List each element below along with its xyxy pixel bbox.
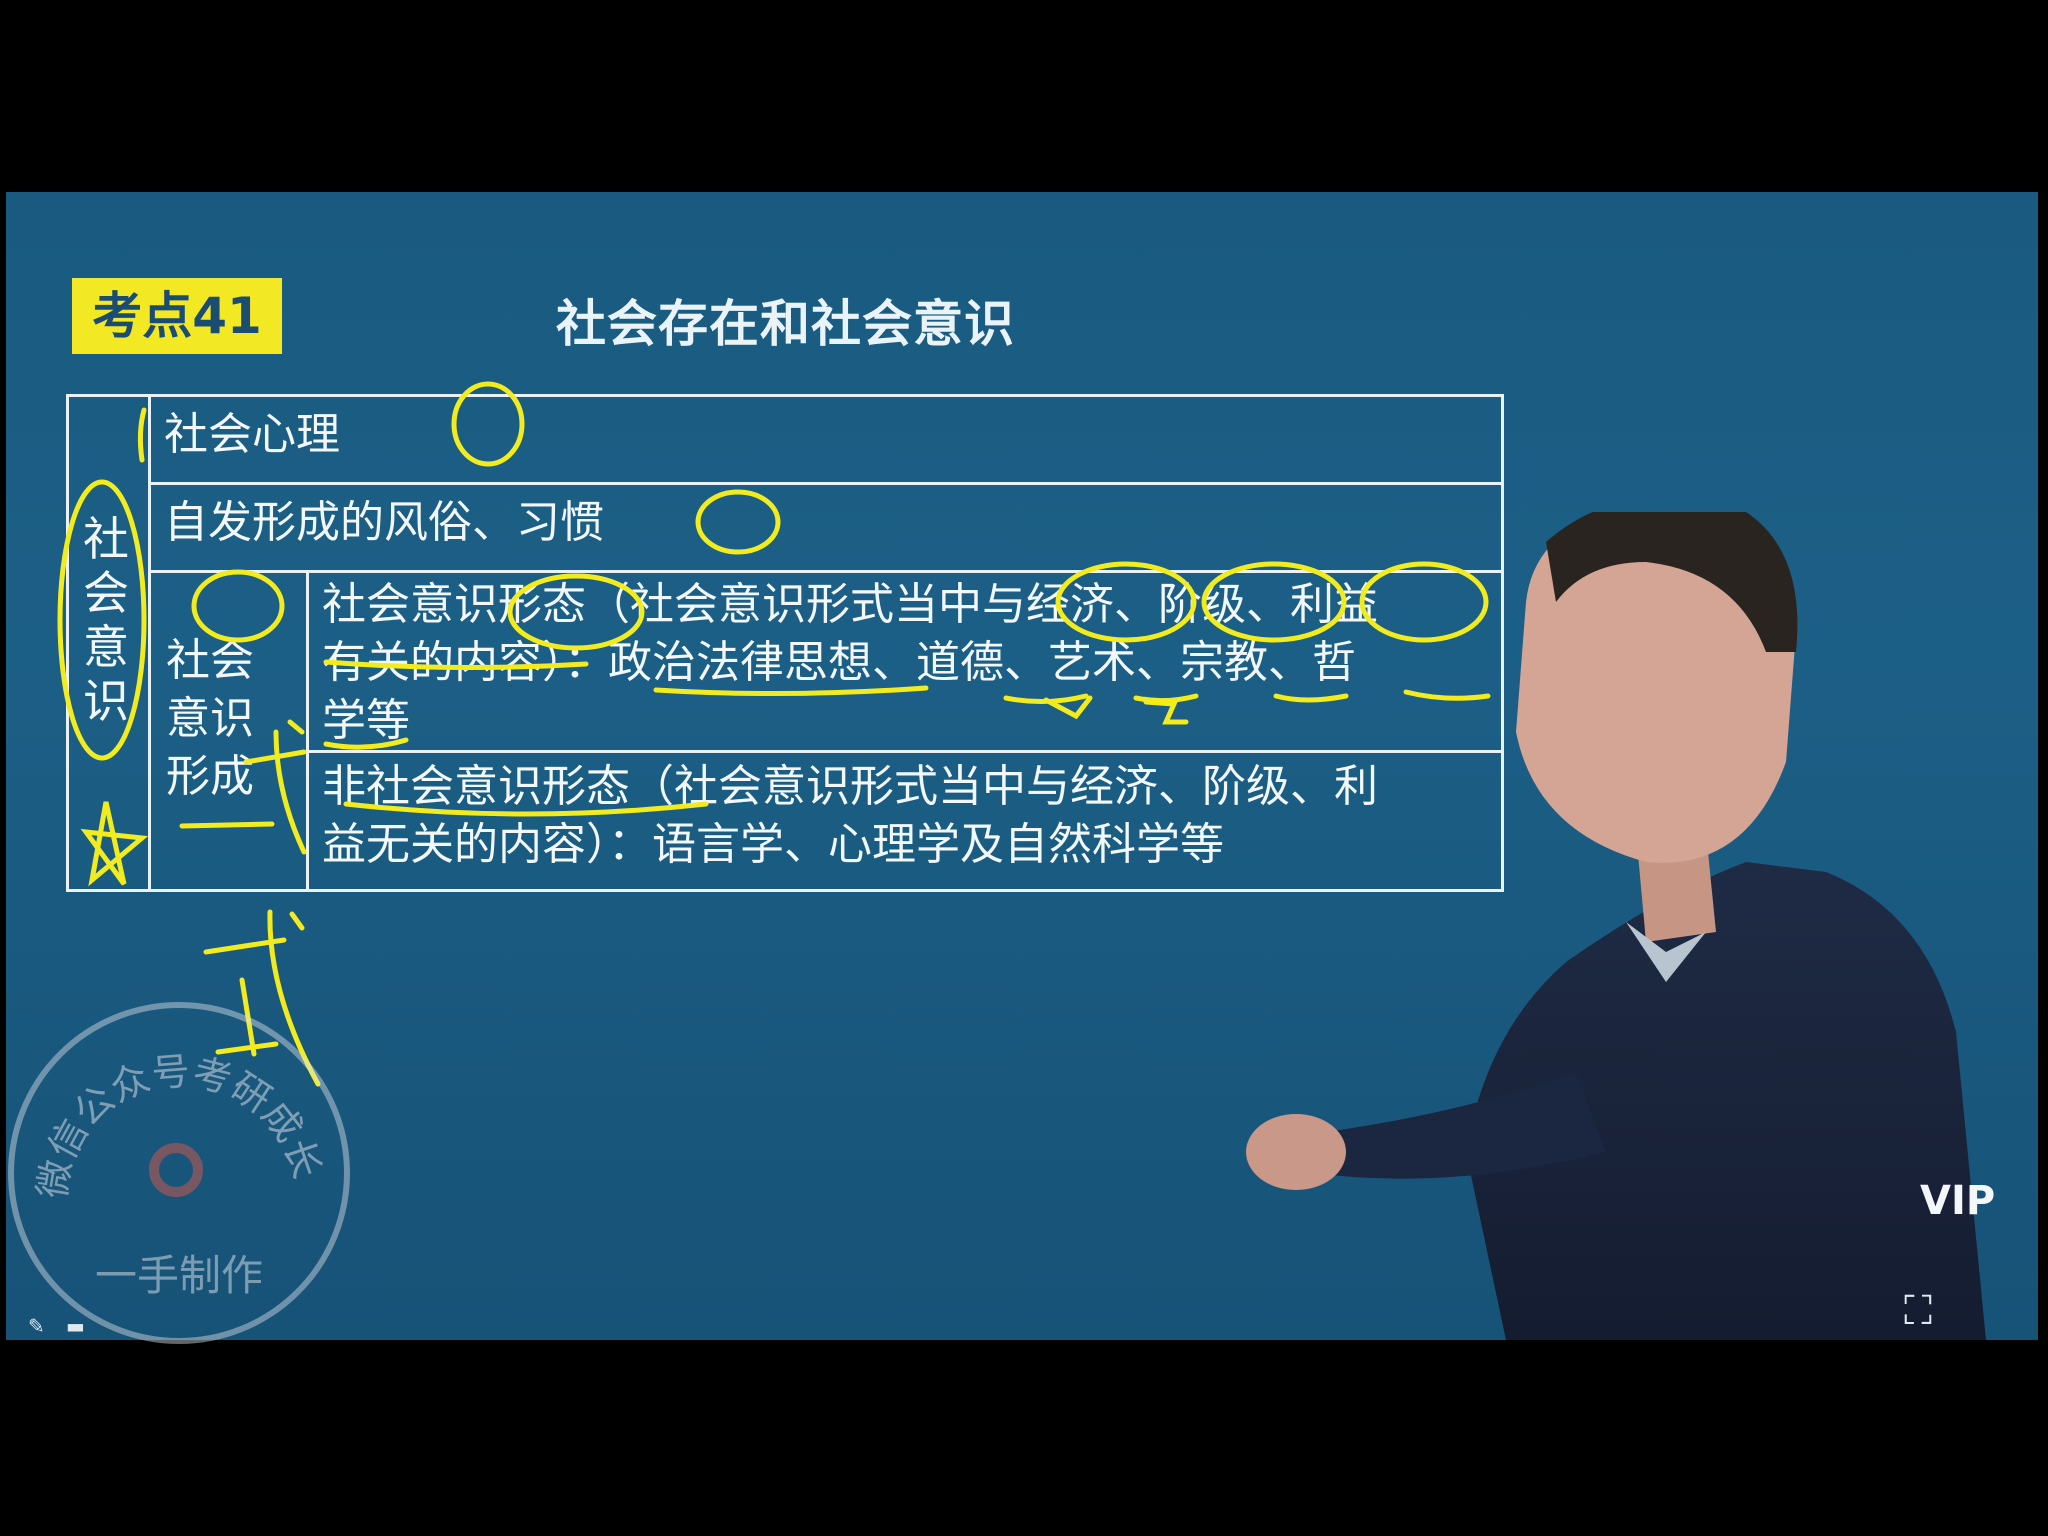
slide-title: 社会存在和社会意识	[556, 295, 1015, 353]
side-label-char: 会	[83, 566, 129, 620]
sub-label-line: 意识	[166, 693, 254, 744]
side-label-char: 意	[83, 620, 129, 674]
lecturer	[1246, 512, 1986, 1340]
pen-tool-icon[interactable]: ✎	[28, 1314, 45, 1338]
fullscreen-icon[interactable]: ⛶	[1904, 1288, 1932, 1334]
lecturer-hand	[1246, 1114, 1346, 1190]
topic-badge: 考点41	[72, 278, 282, 354]
table-divider	[148, 394, 151, 892]
toolbar-icon[interactable]: ▬	[66, 1314, 85, 1338]
side-label-char: 社	[83, 512, 129, 566]
table-divider	[306, 570, 309, 892]
sub-label-forms: 社会 意识 形成	[166, 632, 296, 806]
row-social-psychology: 社会心理	[164, 409, 340, 460]
vip-badge: VIP	[1920, 1178, 1996, 1224]
side-label-social-consciousness: 社 会 意 识	[80, 512, 132, 728]
sub-label-line: 形成	[166, 751, 254, 802]
table-divider	[148, 482, 1504, 485]
lecture-blackboard-slide: 考点41 社会存在和社会意识 社 会 意 识 社会心理 自发形成的风俗、习惯 社…	[6, 192, 2038, 1340]
row-customs-habits: 自发形成的风俗、习惯	[164, 497, 604, 548]
ink-shi-large	[203, 909, 321, 1087]
sub-label-line: 社会	[166, 635, 254, 686]
side-label-char: 识	[83, 674, 129, 728]
video-player[interactable]: 考点41 社会存在和社会意识 社 会 意 识 社会心理 自发形成的风俗、习惯 社…	[0, 0, 2048, 1536]
